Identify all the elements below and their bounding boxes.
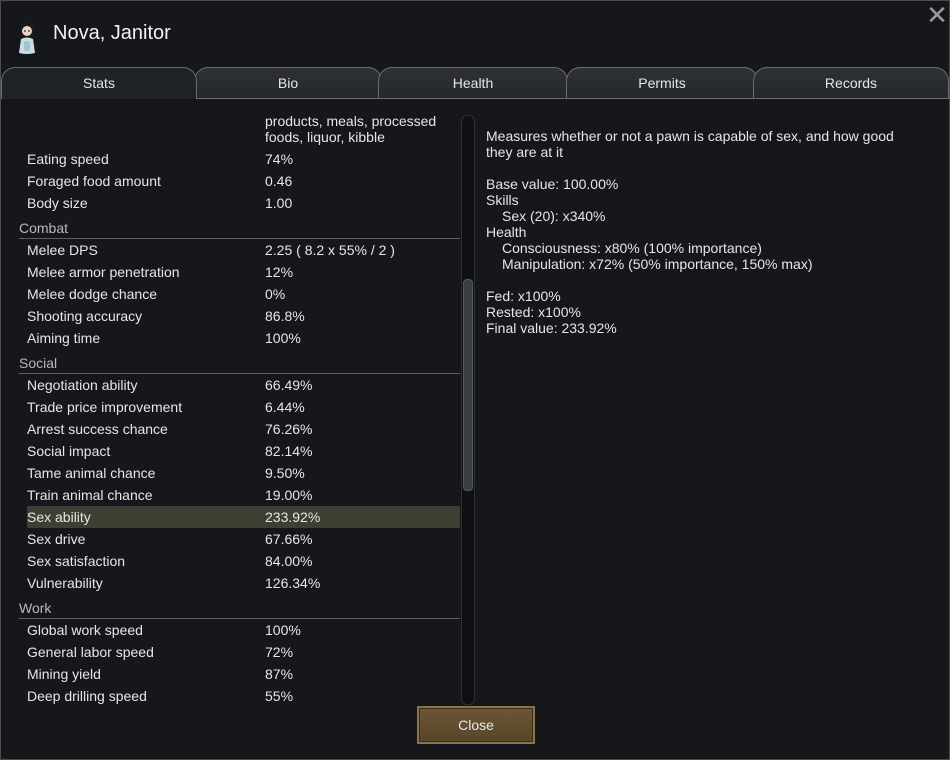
stat-value: 6.44%: [265, 399, 305, 415]
explanation-line: they are at it: [486, 144, 564, 160]
stat-label: Social impact: [27, 443, 111, 459]
stat-value: 9.50%: [265, 465, 305, 481]
stat-row[interactable]: Shooting accuracy 86.8%: [27, 305, 460, 327]
stat-label: Tame animal chance: [27, 465, 156, 481]
category-label: Combat: [19, 220, 69, 236]
tab-bio[interactable]: Bio: [194, 67, 382, 99]
stat-row[interactable]: Vulnerability 126.34%: [27, 572, 460, 594]
close-button[interactable]: Close: [417, 706, 535, 744]
category-header-combat: Combat: [19, 217, 460, 239]
stat-label: Shooting accuracy: [27, 308, 143, 324]
close-icon[interactable]: ✕: [926, 2, 948, 28]
stat-row[interactable]: Sex drive 67.66%: [27, 528, 460, 550]
stat-row[interactable]: Foraged food amount 0.46: [27, 170, 460, 192]
stat-label: Melee DPS: [27, 242, 98, 258]
stat-label: Train animal chance: [27, 487, 153, 503]
stat-value: 0%: [265, 286, 286, 302]
stat-row[interactable]: Negotiation ability 66.49%: [27, 374, 460, 396]
stat-label: Body size: [27, 195, 88, 211]
category-header-work: Work: [19, 597, 460, 619]
title-bar: Nova, Janitor ✕: [1, 1, 949, 67]
stat-value-wrapped: products, meals, processed foods, liquor…: [265, 113, 437, 145]
stat-label: Sex drive: [27, 531, 86, 547]
pawn-avatar-icon: [15, 19, 39, 55]
stat-value: 55%: [265, 688, 294, 704]
stat-label: Eating speed: [27, 151, 109, 167]
window-title: Nova, Janitor: [53, 22, 171, 44]
stat-value: 233.92%: [265, 509, 321, 525]
tab-bar: Stats Bio Health Permits Records: [1, 67, 949, 99]
stat-value: 67.66%: [265, 531, 313, 547]
stat-explanation: Measures whether or not a pawn is capabl…: [486, 128, 926, 336]
stat-value: 100%: [265, 330, 301, 346]
stat-value: 126.34%: [265, 575, 321, 591]
stat-label: Aiming time: [27, 330, 101, 346]
category-label: Social: [19, 355, 58, 371]
stat-row-selected[interactable]: Sex ability 233.92%: [27, 506, 460, 528]
stat-value: 0.46: [265, 173, 293, 189]
explanation-line: Consciousness: x80% (100% importance): [502, 240, 762, 256]
stat-label: General labor speed: [27, 644, 154, 660]
pawn-info-window: Nova, Janitor ✕ Stats Bio Health Permits…: [0, 0, 950, 760]
explanation-line: Sex (20): x340%: [502, 208, 606, 224]
stat-row[interactable]: General labor speed 72%: [27, 641, 460, 663]
stat-value: 82.14%: [265, 443, 313, 459]
stat-row[interactable]: Trade price improvement 6.44%: [27, 396, 460, 418]
stat-row[interactable]: Train animal chance 19.00%: [27, 484, 460, 506]
stats-list[interactable]: products, meals, processed foods, liquor…: [1, 99, 461, 706]
stat-row[interactable]: Melee DPS 2.25 ( 8.2 x 55% / 2 ): [27, 239, 460, 261]
stat-row[interactable]: Tame animal chance 9.50%: [27, 462, 460, 484]
stat-value: 87%: [265, 666, 294, 682]
tab-health[interactable]: Health: [378, 67, 568, 99]
stat-value: 19.00%: [265, 487, 313, 503]
explanation-line: Final value: 233.92%: [486, 320, 617, 336]
stat-row[interactable]: Arrest success chance 76.26%: [27, 418, 460, 440]
stat-row[interactable]: Melee armor penetration 12%: [27, 261, 460, 283]
stat-row[interactable]: Deep drilling speed 55%: [27, 685, 460, 706]
stat-value: 86.8%: [265, 308, 305, 324]
stat-row[interactable]: Melee dodge chance 0%: [27, 283, 460, 305]
explanation-line: Skills: [486, 192, 519, 208]
tab-records[interactable]: Records: [753, 67, 949, 99]
stat-value: 74%: [265, 151, 294, 167]
stat-label: Vulnerability: [27, 575, 103, 591]
stat-label: Melee dodge chance: [27, 286, 157, 302]
stat-value: 66.49%: [265, 377, 313, 393]
stat-label: Arrest success chance: [27, 421, 168, 437]
stat-row[interactable]: Global work speed 100%: [27, 619, 460, 641]
stat-value: 100%: [265, 622, 301, 638]
stat-label: Negotiation ability: [27, 377, 138, 393]
category-label: Work: [19, 600, 52, 616]
stat-label: Sex ability: [27, 509, 91, 525]
stat-value: 84.00%: [265, 553, 313, 569]
stat-value: 1.00: [265, 195, 293, 211]
stat-row[interactable]: Aiming time 100%: [27, 327, 460, 349]
scrollbar-thumb[interactable]: [463, 279, 473, 491]
tab-stats[interactable]: Stats: [1, 67, 197, 99]
stat-value: 12%: [265, 264, 294, 280]
stat-value: 72%: [265, 644, 294, 660]
stat-label: Melee armor penetration: [27, 264, 180, 280]
stat-row[interactable]: Mining yield 87%: [27, 663, 460, 685]
stat-label: Deep drilling speed: [27, 688, 147, 704]
stat-label: Sex satisfaction: [27, 553, 126, 569]
stat-row[interactable]: Eating speed 74%: [27, 148, 460, 170]
stat-label: Trade price improvement: [27, 399, 183, 415]
stat-value: 76.26%: [265, 421, 313, 437]
stat-value: 2.25 ( 8.2 x 55% / 2 ): [265, 242, 395, 258]
explanation-line: Rested: x100%: [486, 304, 581, 320]
stat-label: Global work speed: [27, 622, 143, 638]
stat-label: Mining yield: [27, 666, 101, 682]
explanation-line: Manipulation: x72% (50% importance, 150%…: [502, 256, 813, 272]
explanation-line: Measures whether or not a pawn is capabl…: [486, 128, 894, 144]
explanation-line: Base value: 100.00%: [486, 176, 619, 192]
category-header-social: Social: [19, 352, 460, 374]
stat-row[interactable]: Sex satisfaction 84.00%: [27, 550, 460, 572]
stat-row[interactable]: Body size 1.00: [27, 192, 460, 214]
explanation-line: Fed: x100%: [486, 288, 561, 304]
stat-row[interactable]: Social impact 82.14%: [27, 440, 460, 462]
tab-permits[interactable]: Permits: [566, 67, 758, 99]
explanation-line: Health: [486, 224, 527, 240]
stat-label: Foraged food amount: [27, 173, 161, 189]
